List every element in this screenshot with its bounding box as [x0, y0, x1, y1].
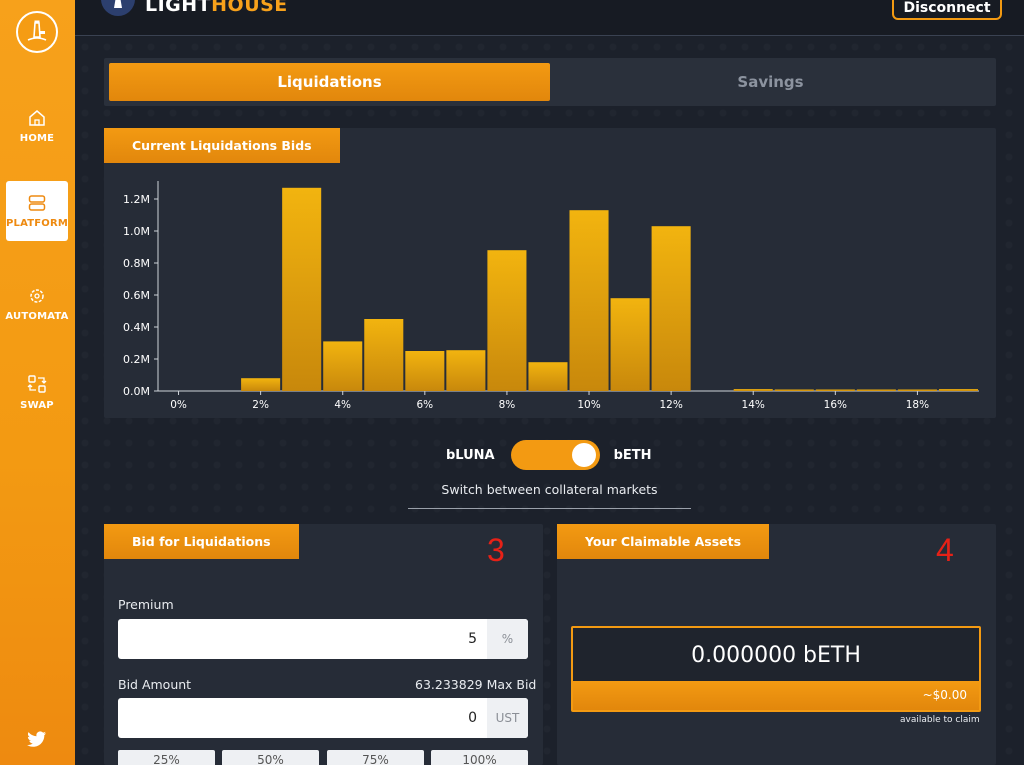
percent-50-button[interactable]: 50% [222, 750, 319, 765]
x-tick-label: 4% [334, 399, 351, 411]
bar-10pct [569, 210, 609, 391]
toggle-left-label: bLUNA [446, 447, 495, 463]
bar-11pct [610, 298, 650, 391]
swap-icon [27, 374, 47, 393]
toggle-knob [571, 443, 596, 467]
bar-4pct [323, 341, 363, 391]
bid-amount-value[interactable]: 0 [118, 698, 487, 738]
sidebar-item-automata[interactable]: AUTOMATA [5, 274, 69, 334]
y-tick-label: 0.2M [123, 353, 150, 366]
x-tick-label: 2% [252, 399, 269, 411]
liquidation-bids-panel: Current Liquidations Bids 0.0M 0.2M 0.4M 0.… [104, 128, 996, 418]
bar-12pct [651, 226, 691, 391]
premium-input[interactable]: 5 % [118, 619, 528, 659]
annotation-number-4: 4 [936, 532, 954, 568]
header: LIGHTHOUSE Disconnect [75, 0, 1024, 36]
home-icon [29, 109, 45, 126]
claimable-amount: 0.000000 bETH [691, 643, 861, 668]
panel-title: Bid for Liquidations [104, 524, 299, 559]
bar-19pct [938, 389, 978, 391]
brand-name: LIGHTHOUSE [145, 0, 288, 16]
x-tick-label: 12% [659, 399, 682, 411]
bar-7pct [446, 350, 486, 391]
y-tick-label: 1.2M [123, 193, 150, 206]
available-to-claim-text: available to claim [900, 715, 980, 725]
sidebar-item-label: HOME [19, 132, 55, 144]
collateral-toggle-switch[interactable] [510, 440, 600, 470]
brand[interactable]: LIGHTHOUSE [101, 0, 288, 16]
tab-liquidations[interactable]: Liquidations [109, 63, 550, 101]
panel-title: Your Claimable Assets [557, 524, 770, 559]
bar-3pct [282, 187, 322, 391]
claim-box[interactable]: 0.000000 bETH ~$0.00 [571, 626, 981, 712]
sidebar-item-label: SWAP [20, 399, 54, 411]
y-tick-label: 0.0M [123, 385, 150, 398]
liquidation-bids-chart: 0.0M 0.2M 0.4M 0.6M 0.8M 1.0M 1.2M 0% 2% 4% 6% 8% 10… [123, 181, 979, 411]
percent-100-button[interactable]: 100% [431, 750, 528, 765]
y-tick-label: 1.0M [123, 225, 150, 238]
lighthouse-brand-icon [101, 0, 135, 16]
sidebar-item-home[interactable]: HOME [6, 96, 68, 156]
annotation-number-3: 3 [487, 532, 505, 568]
y-tick-label: 0.8M [123, 257, 150, 270]
premium-unit: % [487, 619, 528, 659]
server-icon [28, 194, 46, 211]
x-tick-label: 18% [906, 399, 929, 411]
x-tick-label: 8% [499, 399, 516, 411]
x-tick-label: 10% [577, 399, 600, 411]
x-tick-label: 16% [824, 399, 847, 411]
lighthouse-logo-icon[interactable] [16, 11, 58, 53]
sidebar-item-label: AUTOMATA [5, 310, 69, 322]
percent-25-button[interactable]: 25% [118, 750, 215, 765]
bid-amount-input[interactable]: 0 UST [118, 698, 528, 738]
bar-15pct [774, 389, 814, 391]
tab-bar: Liquidations Savings [104, 58, 996, 106]
toggle-caption: Switch between collateral markets [441, 482, 658, 497]
sidebar-item-platform[interactable]: PLATFORM [6, 181, 68, 241]
bid-amount-unit: UST [487, 698, 528, 738]
bar-14pct [733, 389, 773, 391]
sidebar-item-swap[interactable]: SWAP [6, 362, 68, 422]
bar-9pct [528, 362, 568, 391]
twitter-icon[interactable] [27, 731, 47, 752]
tab-savings[interactable]: Savings [550, 63, 991, 101]
bar-17pct [856, 389, 896, 391]
y-tick-label: 0.4M [123, 321, 150, 334]
claimable-usd-value: ~$0.00 [573, 681, 979, 710]
x-tick-label: 0% [170, 399, 187, 411]
bar-8pct [487, 250, 527, 391]
premium-value[interactable]: 5 [118, 619, 487, 659]
bid-amount-label: Bid Amount [118, 677, 192, 692]
premium-label: Premium [118, 597, 174, 612]
sidebar: HOME PLATFORM AUTOMATA SWAP [0, 0, 75, 765]
bar-2pct [241, 378, 281, 391]
disconnect-button[interactable]: Disconnect [892, 0, 1002, 20]
x-tick-label: 14% [742, 399, 765, 411]
collateral-toggle-row: bLUNA bETH [446, 440, 652, 470]
y-tick-label: 0.6M [123, 289, 150, 302]
bar-6pct [405, 351, 445, 391]
max-bid-text[interactable]: 63.233829 Max Bid [415, 677, 536, 692]
divider [408, 508, 691, 509]
gear-icon [30, 288, 44, 303]
percent-75-button[interactable]: 75% [327, 750, 424, 765]
sidebar-item-label: PLATFORM [5, 217, 69, 229]
bar-5pct [364, 319, 404, 391]
bar-18pct [897, 389, 937, 391]
bar-16pct [815, 389, 855, 391]
toggle-right-label: bETH [613, 447, 652, 463]
x-tick-label: 6% [416, 399, 433, 411]
